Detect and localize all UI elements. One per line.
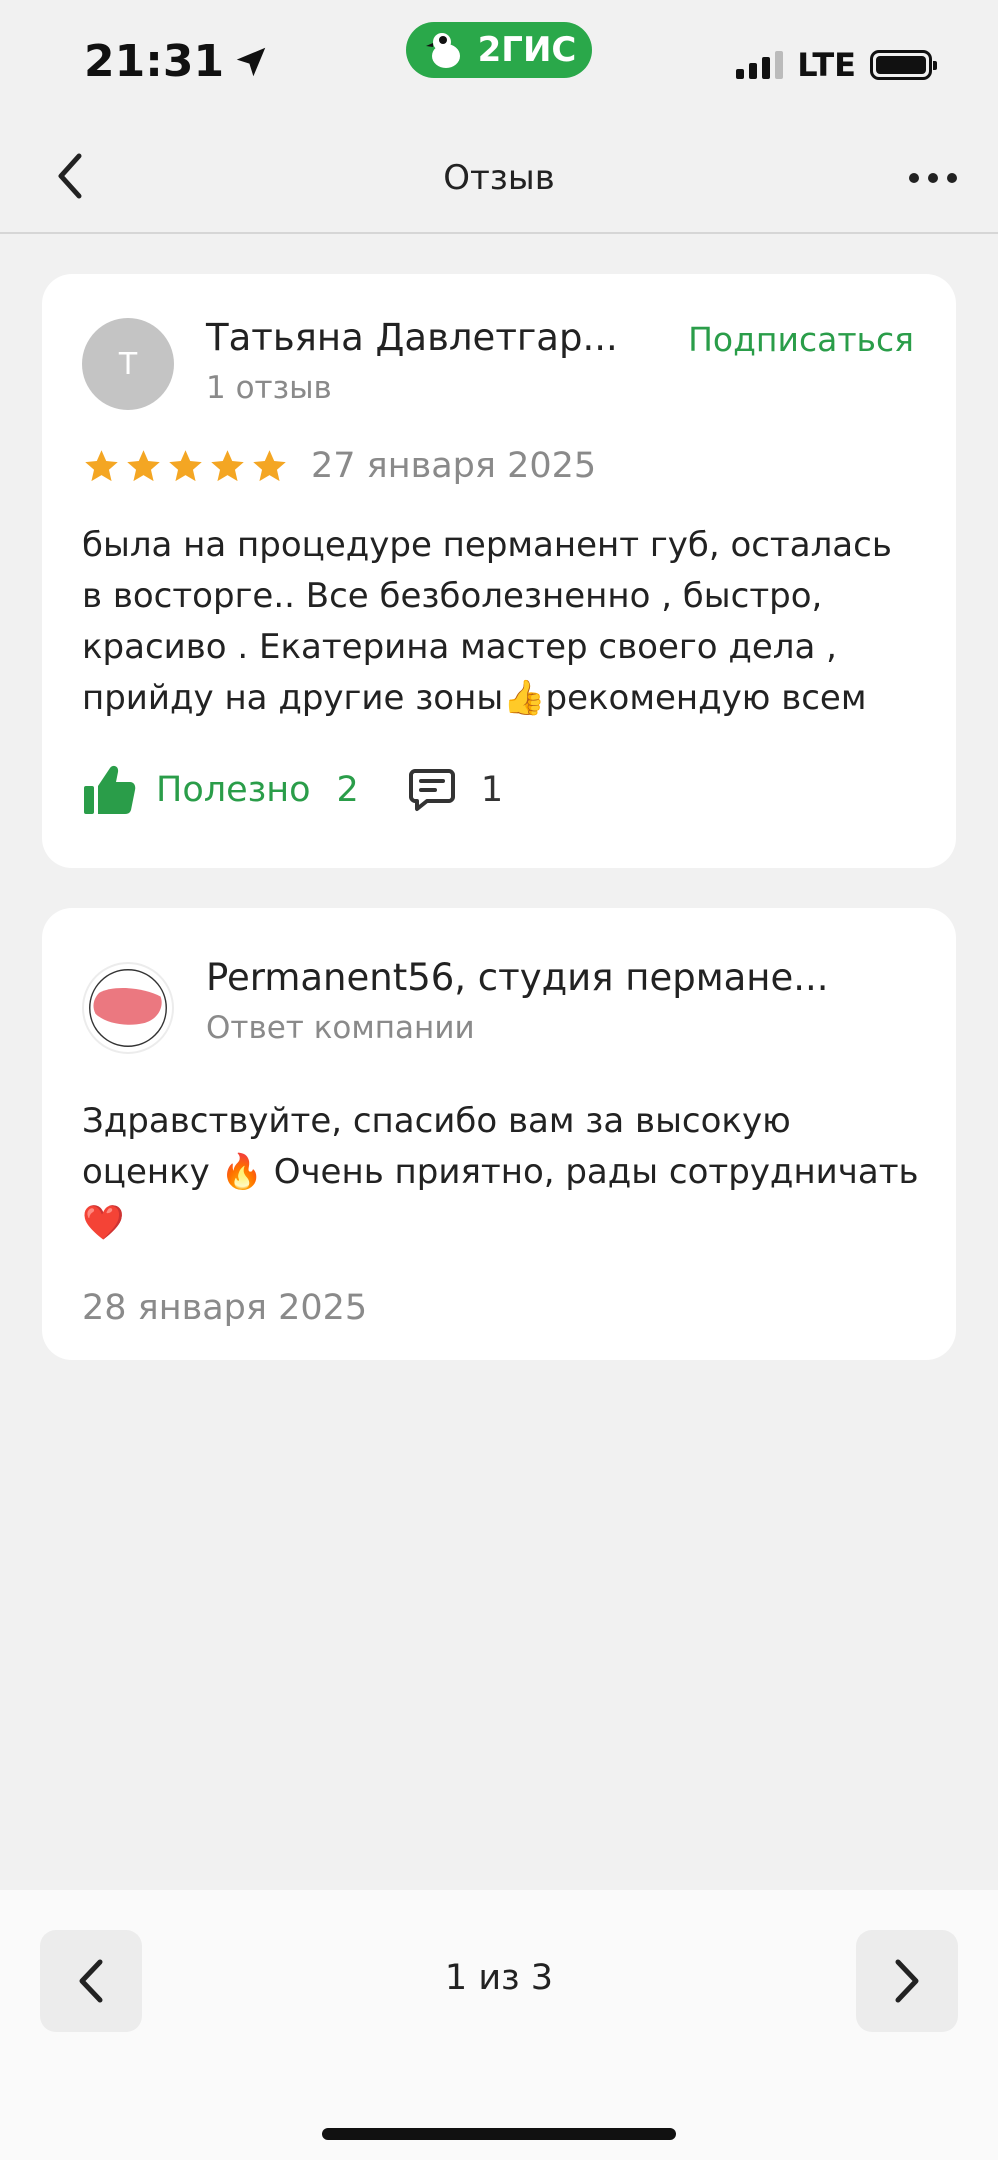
useful-count: 2 [336, 770, 359, 810]
reply-label: Ответ компании [206, 1010, 475, 1046]
useful-button[interactable]: Полезно 2 [82, 762, 359, 818]
status-time: 21:31 [84, 36, 270, 87]
reply-text: Здравствуйте, спасибо вам за высокую оце… [82, 1101, 919, 1243]
comment-icon [408, 769, 455, 811]
rating-row: 27 января 2025 [82, 446, 596, 486]
comment-count: 1 [480, 770, 504, 810]
duck-logo-icon [425, 33, 460, 68]
location-arrow-icon [236, 47, 266, 76]
star-icon [85, 449, 118, 481]
home-indicator[interactable] [322, 2128, 676, 2140]
star-icon [169, 449, 202, 481]
network-type: LTE [797, 46, 856, 84]
more-button[interactable] [898, 150, 968, 206]
signal-icon [736, 51, 784, 79]
review-text: была на процедуре перманент губ, осталас… [82, 525, 892, 718]
subscribe-button[interactable]: Подписаться [688, 320, 914, 359]
status-indicators: LTE [736, 46, 937, 84]
review-date: 27 января 2025 [311, 446, 597, 486]
status-bar: 21:31 2ГИС LTE [0, 0, 998, 120]
brand-name: 2ГИС [477, 30, 577, 70]
company-reply-card: Permanent56, студия пермане... Ответ ком… [42, 908, 956, 1360]
page-indicator: 1 из 3 [444, 1958, 554, 1998]
useful-label: Полезно [156, 770, 311, 810]
company-logo-image [89, 969, 167, 1047]
battery-icon [870, 50, 937, 80]
review-actions: Полезно 2 1 [82, 762, 503, 818]
review-card: Т Татьяна Давлетгар... 1 отзыв Подписать… [42, 274, 956, 868]
star-icon [127, 449, 160, 481]
chevron-right-icon [895, 1959, 919, 2003]
brand-badge[interactable]: 2ГИС [406, 22, 592, 78]
nav-bar: Отзыв [0, 120, 998, 234]
thumbs-up-icon [84, 765, 136, 814]
star-icon [211, 449, 244, 481]
next-review-button[interactable] [856, 1930, 958, 2032]
status-time-text: 21:31 [84, 36, 225, 87]
star-icon [253, 449, 286, 481]
author-name[interactable]: Татьяна Давлетгар... [206, 316, 618, 359]
reply-date: 28 января 2025 [82, 1288, 368, 1328]
company-name[interactable]: Permanent56, студия пермане... [206, 956, 829, 999]
comments-button[interactable]: 1 [407, 765, 503, 815]
author-review-count: 1 отзыв [206, 370, 332, 406]
page-title: Отзыв [443, 158, 555, 198]
pagination-bar: 1 из 3 [0, 1890, 998, 2160]
more-dots-icon [909, 173, 919, 183]
star-rating [82, 447, 289, 486]
author-avatar[interactable]: Т [82, 318, 174, 410]
company-logo[interactable] [82, 962, 174, 1054]
